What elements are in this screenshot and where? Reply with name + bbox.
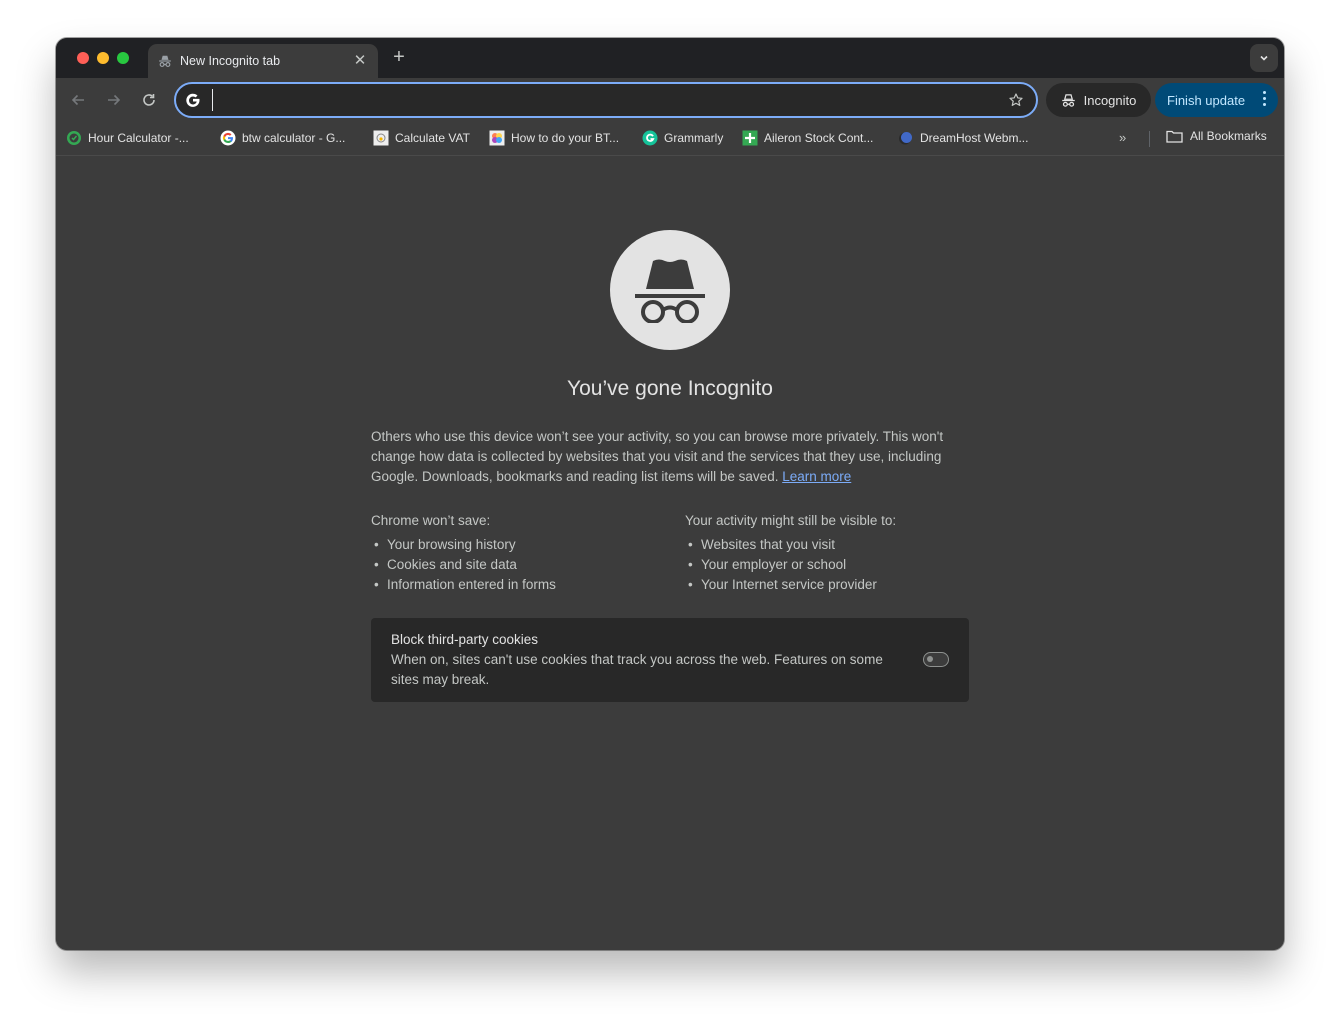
incognito-label: Incognito bbox=[1083, 92, 1137, 108]
wont-save-section: Chrome won’t save: Your browsing history… bbox=[371, 511, 671, 595]
toolbar: Incognito Finish update bbox=[56, 78, 1284, 122]
bookmark-calculate-vat[interactable]: Calculate VAT bbox=[373, 129, 470, 147]
all-bookmarks-button[interactable]: All Bookmarks bbox=[1166, 129, 1267, 143]
page-title: You’ve gone Incognito bbox=[567, 377, 773, 400]
new-tab-button[interactable]: + bbox=[389, 47, 409, 67]
maximize-window-button[interactable] bbox=[117, 52, 129, 64]
green-clock-icon bbox=[66, 130, 82, 146]
tab-title: New Incognito tab bbox=[180, 54, 281, 68]
bookmark-btw-calculator[interactable]: btw calculator - G... bbox=[220, 129, 345, 147]
block-cookies-toggle[interactable] bbox=[923, 652, 949, 667]
tab-search-button[interactable] bbox=[1250, 44, 1278, 72]
google-g-icon bbox=[184, 91, 202, 109]
close-icon[interactable]: ✕ bbox=[352, 53, 368, 69]
incognito-page: You’ve gone Incognito Others who use thi… bbox=[56, 157, 1284, 950]
google-icon bbox=[220, 130, 236, 146]
cookies-description: When on, sites can't use cookies that tr… bbox=[391, 652, 883, 687]
finish-update-label: Finish update bbox=[1167, 92, 1246, 108]
still-visible-section: Your activity might still be visible to:… bbox=[685, 511, 985, 595]
bookmark-label: How to do your BT... bbox=[511, 131, 620, 145]
bookmark-grammarly[interactable]: Grammarly bbox=[642, 129, 723, 147]
incognito-icon bbox=[610, 230, 730, 350]
list-item: Your employer or school bbox=[685, 555, 985, 575]
list-item: Information entered in forms bbox=[371, 575, 671, 595]
incognito-icon bbox=[158, 54, 172, 68]
bookmarks-overflow-button[interactable]: » bbox=[1119, 130, 1126, 145]
colorful-site-icon bbox=[489, 130, 505, 146]
tab-new-incognito[interactable]: New Incognito tab ✕ bbox=[148, 44, 378, 78]
chevron-down-icon bbox=[1260, 55, 1268, 61]
tab-strip: New Incognito tab ✕ + bbox=[56, 38, 1284, 78]
bookmark-aileron-stock[interactable]: Aileron Stock Cont... bbox=[742, 129, 873, 147]
list-item: Your Internet service provider bbox=[685, 575, 985, 595]
grammarly-icon bbox=[642, 130, 658, 146]
address-bar[interactable] bbox=[174, 82, 1038, 118]
bookmark-label: DreamHost Webm... bbox=[920, 131, 1029, 145]
more-vert-icon[interactable] bbox=[1263, 91, 1266, 106]
bookmark-dreamhost-webmail[interactable]: DreamHost Webm... bbox=[898, 129, 1028, 147]
bookmark-how-to-do-your-btw[interactable]: How to do your BT... bbox=[489, 129, 619, 147]
toggle-knob bbox=[927, 656, 933, 662]
address-input[interactable] bbox=[212, 89, 1006, 111]
incognito-profile-button[interactable]: Incognito bbox=[1046, 83, 1151, 117]
list-item: Your browsing history bbox=[371, 535, 671, 555]
bookmarks-divider bbox=[1149, 131, 1150, 147]
minimize-window-button[interactable] bbox=[97, 52, 109, 64]
forward-button[interactable] bbox=[102, 88, 126, 112]
still-visible-list: Websites that you visit Your employer or… bbox=[685, 535, 985, 595]
bookmark-label: Grammarly bbox=[664, 131, 724, 145]
arrow-left-icon bbox=[71, 94, 84, 106]
finish-update-button[interactable]: Finish update bbox=[1155, 83, 1278, 117]
learn-more-link[interactable]: Learn more bbox=[782, 469, 851, 484]
bookmark-hour-calculator[interactable]: Hour Calculator -... bbox=[66, 129, 189, 147]
bookmarks-bar: Hour Calculator -... btw calculator - G.… bbox=[56, 122, 1284, 156]
wont-save-title: Chrome won’t save: bbox=[371, 513, 491, 528]
bookmark-label: Aileron Stock Cont... bbox=[764, 131, 874, 145]
bookmark-label: Calculate VAT bbox=[395, 131, 470, 145]
browser-window: New Incognito tab ✕ + Incognito Finish u… bbox=[56, 38, 1284, 950]
star-icon[interactable] bbox=[1006, 90, 1026, 110]
all-bookmarks-label: All Bookmarks bbox=[1190, 129, 1267, 143]
still-visible-title: Your activity might still be visible to: bbox=[685, 513, 897, 528]
vat-site-icon bbox=[373, 130, 389, 146]
arrow-right-icon bbox=[108, 94, 121, 106]
folder-icon bbox=[1166, 130, 1183, 143]
reload-button[interactable] bbox=[137, 88, 161, 112]
description-text: Others who use this device won’t see you… bbox=[371, 429, 944, 484]
list-item: Websites that you visit bbox=[685, 535, 985, 555]
third-party-cookies-card: Block third-party cookies When on, sites… bbox=[371, 618, 969, 702]
list-item: Cookies and site data bbox=[371, 555, 671, 575]
incognito-description: Others who use this device won’t see you… bbox=[371, 427, 971, 487]
wont-save-list: Your browsing history Cookies and site d… bbox=[371, 535, 671, 595]
bookmark-label: Hour Calculator -... bbox=[88, 131, 189, 145]
bookmark-label: btw calculator - G... bbox=[242, 131, 346, 145]
cookies-title: Block third-party cookies bbox=[391, 632, 539, 647]
back-button[interactable] bbox=[66, 88, 90, 112]
green-sheet-icon bbox=[742, 130, 758, 146]
close-window-button[interactable] bbox=[77, 52, 89, 64]
incognito-icon bbox=[1061, 93, 1075, 107]
dreamhost-icon bbox=[898, 130, 914, 146]
reload-icon bbox=[143, 94, 155, 106]
